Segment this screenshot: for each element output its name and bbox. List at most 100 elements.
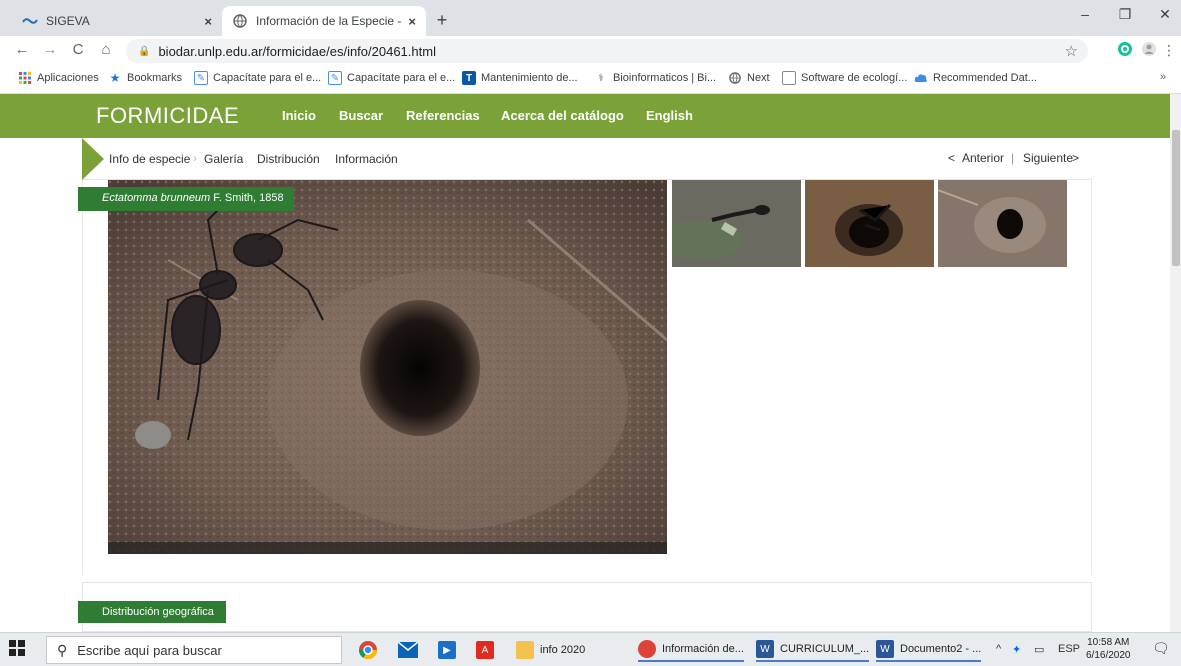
siguiente-link[interactable]: Siguiente bbox=[1023, 151, 1073, 165]
network-icon[interactable]: ▭ bbox=[1034, 643, 1044, 656]
scrollbar-thumb[interactable] bbox=[1172, 130, 1180, 266]
anterior-link[interactable]: Anterior bbox=[962, 151, 1004, 165]
reload-button[interactable]: C bbox=[68, 40, 88, 60]
minimize-button[interactable]: – bbox=[1070, 6, 1100, 28]
trello-icon: T bbox=[462, 71, 476, 85]
search-icon: ⚲ bbox=[57, 641, 68, 658]
taskbar-app-label: Información de... bbox=[662, 643, 744, 655]
bookmark-next[interactable]: Next bbox=[728, 71, 770, 85]
close-window-button[interactable]: ✕ bbox=[1150, 6, 1180, 28]
dna-icon: ⚕ bbox=[598, 72, 604, 84]
forward-button[interactable]: → bbox=[40, 40, 60, 60]
taskbar-app-folder[interactable]: info 2020 bbox=[516, 638, 585, 662]
species-subnav: Info de especie › Galería Distribución I… bbox=[82, 138, 1092, 180]
tab-sigeva[interactable]: SIGEVA × bbox=[12, 6, 222, 36]
taskbar-app-label: CURRICULUM_... bbox=[780, 643, 870, 655]
taskbar-app-label: Documento2 - ... bbox=[900, 643, 982, 655]
bookmark-apps[interactable]: Aplicaciones bbox=[18, 71, 99, 85]
bookmark-label: Mantenimiento de... bbox=[481, 72, 578, 84]
globe-icon bbox=[232, 13, 248, 29]
gallery-thumbnail[interactable] bbox=[672, 180, 801, 267]
bookmarks-bar: Aplicaciones ★ Bookmarks ✎ Capacítate pa… bbox=[0, 64, 1181, 94]
next-chevron-icon[interactable]: > bbox=[1072, 151, 1079, 165]
chrome-taskbar-icon[interactable] bbox=[358, 638, 378, 662]
clock-time: 10:58 AM bbox=[1087, 637, 1130, 648]
bookmark-star-icon[interactable]: ☆ bbox=[1065, 42, 1078, 60]
tab-species-info[interactable]: Información de la Especie - Ectat × bbox=[222, 6, 426, 36]
bookmark-capacitate-2[interactable]: ✎ Capacítate para el e... bbox=[328, 71, 455, 85]
restore-button[interactable]: ❐ bbox=[1110, 6, 1140, 28]
subnav-galeria[interactable]: Galería bbox=[204, 152, 243, 166]
bookmark-label: Software de ecologí... bbox=[801, 72, 908, 84]
subnav-info-especie[interactable]: Info de especie bbox=[109, 152, 190, 166]
distribution-heading: Distribución geográfica bbox=[78, 601, 226, 623]
tab-close-icon[interactable]: × bbox=[204, 14, 212, 29]
language-indicator[interactable]: ESP bbox=[1058, 643, 1080, 655]
bookmarks-overflow-button[interactable]: » bbox=[1160, 71, 1166, 83]
back-button[interactable]: ← bbox=[12, 40, 32, 60]
species-name-badge: Ectatomma brunneum F. Smith, 1858 bbox=[78, 187, 294, 211]
nav-referencias[interactable]: Referencias bbox=[406, 108, 480, 123]
nav-inicio[interactable]: Inicio bbox=[282, 108, 316, 123]
bookmark-label: Recommended Dat... bbox=[933, 72, 1037, 84]
bookmark-capacitate-1[interactable]: ✎ Capacítate para el e... bbox=[194, 71, 321, 85]
site-brand[interactable]: FORMICIDAE bbox=[96, 103, 239, 129]
app-window-icon bbox=[782, 71, 796, 85]
bookmark-label: Capacítate para el e... bbox=[347, 72, 456, 84]
tab-title: Información de la Especie - Ectat bbox=[256, 14, 402, 28]
nav-buscar[interactable]: Buscar bbox=[339, 108, 383, 123]
nav-english[interactable]: English bbox=[646, 108, 693, 123]
mail-taskbar-icon[interactable] bbox=[398, 638, 418, 662]
menu-kebab-icon[interactable]: ⋮ bbox=[1160, 41, 1178, 59]
bookmark-bookmarks[interactable]: ★ Bookmarks bbox=[108, 71, 182, 85]
grammarly-extension-icon[interactable] bbox=[1116, 41, 1134, 59]
bookmark-bioinformaticos[interactable]: ⚕ Bioinformaticos | Bi... bbox=[594, 71, 716, 85]
taskbar-app-label: info 2020 bbox=[540, 644, 586, 656]
nav-acerca[interactable]: Acerca del catálogo bbox=[501, 108, 624, 123]
taskbar-app-word-documento2[interactable]: W Documento2 - ... bbox=[876, 638, 982, 662]
dropbox-icon[interactable]: ✦ bbox=[1012, 643, 1021, 656]
clock-date: 6/16/2020 bbox=[1086, 650, 1131, 661]
tab-close-icon[interactable]: × bbox=[408, 14, 416, 29]
play-icon: ▶ bbox=[438, 641, 456, 659]
search-placeholder: Escribe aquí para buscar bbox=[77, 642, 222, 658]
bookmark-label: Capacítate para el e... bbox=[213, 72, 322, 84]
subnav-informacion[interactable]: Información bbox=[335, 152, 398, 166]
media-player-taskbar-icon[interactable]: ▶ bbox=[438, 638, 462, 662]
profile-avatar-icon[interactable] bbox=[1140, 41, 1158, 59]
document-edit-icon: ✎ bbox=[328, 71, 342, 85]
tray-chevron-icon[interactable]: ^ bbox=[996, 643, 1001, 655]
gallery-thumbnail[interactable] bbox=[938, 180, 1067, 267]
notifications-icon[interactable]: 🗨 bbox=[1152, 640, 1170, 657]
bookmark-recommended-data[interactable]: Recommended Dat... bbox=[914, 71, 1037, 85]
active-marker-arrow bbox=[82, 138, 104, 180]
bookmark-label: Bookmarks bbox=[127, 72, 183, 84]
acrobat-taskbar-icon[interactable]: A bbox=[476, 638, 500, 662]
page-scrollbar[interactable] bbox=[1170, 94, 1181, 632]
pager-divider: | bbox=[1011, 151, 1015, 165]
bookmark-mantenimiento[interactable]: T Mantenimiento de... bbox=[462, 71, 578, 85]
distribution-panel bbox=[82, 582, 1092, 632]
address-bar[interactable]: 🔒 biodar.unlp.edu.ar/formicidae/es/info/… bbox=[126, 39, 1088, 63]
prev-chevron-icon[interactable]: < bbox=[948, 151, 955, 165]
bookmark-software-ecologia[interactable]: Software de ecologí... bbox=[782, 71, 907, 85]
browser-toolbar: ← → C ⌂ 🔒 biodar.unlp.edu.ar/formicidae/… bbox=[0, 36, 1181, 64]
new-tab-button[interactable]: + bbox=[431, 10, 453, 32]
windows-taskbar: ⚲ Escribe aquí para buscar ▶ A info 2020… bbox=[0, 632, 1181, 666]
pdf-icon: A bbox=[476, 641, 494, 659]
tab-title: SIGEVA bbox=[46, 14, 90, 28]
taskbar-app-word-curriculum[interactable]: W CURRICULUM_... bbox=[756, 638, 870, 662]
gallery-thumbnail[interactable] bbox=[805, 180, 934, 267]
lock-icon: 🔒 bbox=[138, 45, 151, 57]
main-species-photo[interactable] bbox=[108, 180, 667, 554]
species-author: F. Smith, 1858 bbox=[213, 192, 284, 204]
windows-start-icon[interactable] bbox=[8, 639, 30, 661]
subnav-distribucion[interactable]: Distribución bbox=[257, 152, 320, 166]
home-button[interactable]: ⌂ bbox=[96, 40, 116, 60]
taskbar-search-input[interactable]: ⚲ Escribe aquí para buscar bbox=[46, 636, 342, 664]
taskbar-app-chrome-window[interactable]: Información de... bbox=[638, 638, 744, 662]
subnav-separator-icon: › bbox=[193, 151, 197, 165]
taskbar-clock[interactable]: 10:58 AM 6/16/2020 bbox=[1086, 636, 1131, 662]
chrome-icon bbox=[638, 640, 656, 658]
bookmark-label: Bioinformaticos | Bi... bbox=[613, 72, 717, 84]
